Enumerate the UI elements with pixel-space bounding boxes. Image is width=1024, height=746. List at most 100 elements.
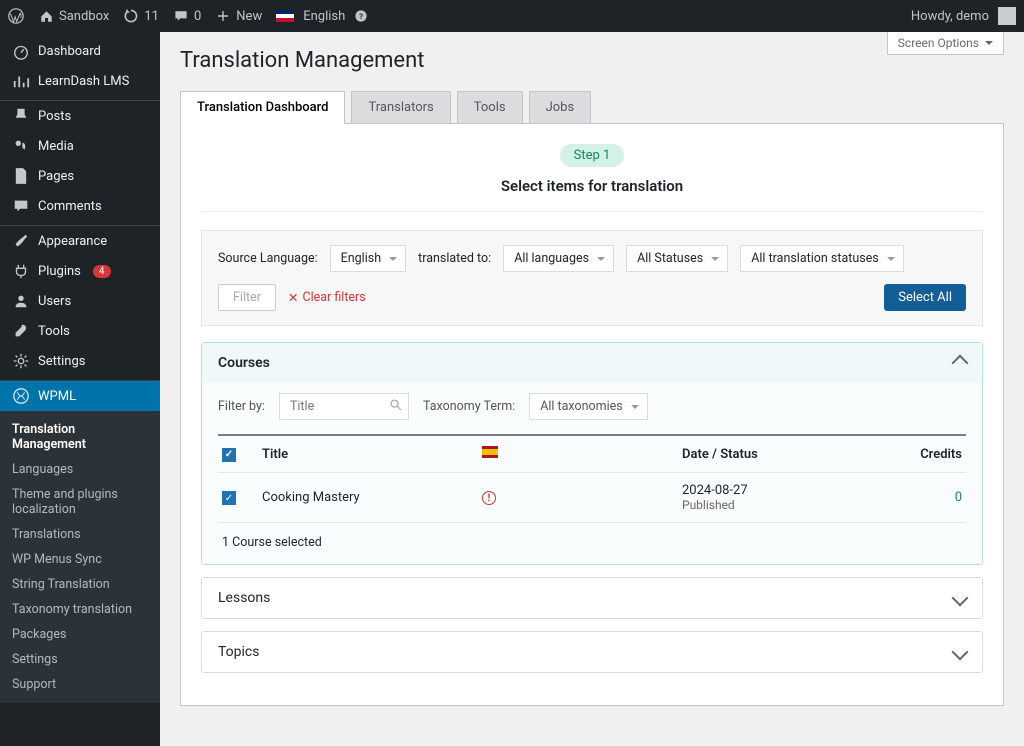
wpml-icon <box>12 387 30 405</box>
tab-tools[interactable]: Tools <box>457 91 523 123</box>
topics-card: Topics <box>201 631 983 673</box>
topics-header[interactable]: Topics <box>202 632 982 672</box>
translated-to-label: translated to: <box>418 251 491 266</box>
step-badge: Step 1 <box>560 144 625 167</box>
sidebar-item-appearance[interactable]: Appearance <box>0 226 160 256</box>
tab-translators[interactable]: Translators <box>351 91 450 123</box>
site-link[interactable]: Sandbox <box>38 8 109 24</box>
submenu-item-string-translation[interactable]: String Translation <box>0 572 160 597</box>
submenu-item-wp-menus-sync[interactable]: WP Menus Sync <box>0 547 160 572</box>
tab-jobs[interactable]: Jobs <box>529 91 592 123</box>
lessons-card: Lessons <box>201 577 983 619</box>
warning-icon[interactable]: ! <box>482 491 496 505</box>
sidebar-item-wpml[interactable]: WPML <box>0 381 160 411</box>
comment-icon <box>12 197 30 215</box>
submenu-item-theme-and-plugins-localization[interactable]: Theme and plugins localization <box>0 482 160 522</box>
row-date: 2024-08-27 <box>682 483 882 498</box>
plus-icon <box>215 8 231 24</box>
courses-table: ✓ Title Date / Status Credits ✓ Cooking … <box>218 434 966 523</box>
select-all-checkbox[interactable]: ✓ <box>222 448 236 462</box>
pin-icon <box>12 107 30 125</box>
sidebar-item-tools[interactable]: Tools <box>0 316 160 346</box>
admin-sidebar: DashboardLearnDash LMS PostsMediaPagesCom… <box>0 32 160 746</box>
dash-icon <box>12 42 30 60</box>
submenu-item-taxonomy-translation[interactable]: Taxonomy translation <box>0 597 160 622</box>
sidebar-item-pages[interactable]: Pages <box>0 161 160 191</box>
page-title: Translation Management <box>180 48 1004 73</box>
plug-icon <box>12 262 30 280</box>
user-icon <box>12 292 30 310</box>
sidebar-item-settings[interactable]: Settings <box>0 346 160 376</box>
comments-link[interactable]: 0 <box>173 8 201 24</box>
uk-flag-icon <box>276 10 294 22</box>
row-checkbox[interactable]: ✓ <box>222 491 236 505</box>
comment-icon <box>173 8 189 24</box>
search-icon <box>389 398 403 412</box>
sidebar-item-learndash-lms[interactable]: LearnDash LMS <box>0 66 160 96</box>
chart-icon <box>12 72 30 90</box>
sidebar-item-comments[interactable]: Comments <box>0 191 160 221</box>
wordpress-icon <box>8 8 24 24</box>
table-row: ✓ Cooking Mastery ! 2024-08-27 Published… <box>218 473 966 523</box>
sidebar-item-users[interactable]: Users <box>0 286 160 316</box>
filter-bar: Source Language: English translated to: … <box>201 230 983 326</box>
source-language-select[interactable]: English <box>330 245 406 272</box>
col-credits: Credits <box>882 447 962 462</box>
new-link[interactable]: New <box>215 8 262 24</box>
submenu-item-translations[interactable]: Translations <box>0 522 160 547</box>
sidebar-item-media[interactable]: Media <box>0 131 160 161</box>
gear-icon <box>12 352 30 370</box>
all-statuses-select[interactable]: All Statuses <box>626 245 728 272</box>
all-languages-select[interactable]: All languages <box>503 245 614 272</box>
tool-icon <box>12 322 30 340</box>
courses-header[interactable]: Courses <box>202 343 982 383</box>
svg-text:?: ? <box>359 12 363 21</box>
howdy-link[interactable]: Howdy, demo <box>911 7 1016 25</box>
submenu-item-settings[interactable]: Settings <box>0 647 160 672</box>
sidebar-item-plugins[interactable]: Plugins4 <box>0 256 160 286</box>
submenu-item-languages[interactable]: Languages <box>0 457 160 482</box>
submenu-item-translation-management[interactable]: Translation Management <box>0 417 160 457</box>
col-title: Title <box>262 447 482 462</box>
language-link[interactable]: English? <box>276 8 369 24</box>
update-badge: 4 <box>93 265 111 278</box>
submenu-item-support[interactable]: Support <box>0 672 160 697</box>
close-icon: ✕ <box>288 290 298 306</box>
col-date: Date / Status <box>682 447 882 462</box>
spanish-flag-icon <box>482 446 498 458</box>
source-language-label: Source Language: <box>218 251 318 266</box>
filter-by-label: Filter by: <box>218 399 265 414</box>
chevron-down-icon <box>952 644 969 661</box>
brush-icon <box>12 232 30 250</box>
page-icon <box>12 167 30 185</box>
avatar-icon <box>998 7 1016 25</box>
screen-options-toggle[interactable]: Screen Options <box>887 32 1004 55</box>
table-footer: 1 Course selected <box>218 523 966 550</box>
admin-bar: Sandbox 11 0 New English? Howdy, demo <box>0 0 1024 32</box>
filter-button[interactable]: Filter <box>218 284 276 311</box>
taxonomy-select[interactable]: All taxonomies <box>529 393 648 420</box>
taxonomy-label: Taxonomy Term: <box>423 399 515 414</box>
chevron-up-icon <box>952 355 969 372</box>
tab-nav: Translation DashboardTranslatorsToolsJob… <box>180 91 1004 124</box>
clear-filters-button[interactable]: ✕Clear filters <box>288 290 366 306</box>
row-credits[interactable]: 0 <box>955 490 962 505</box>
translation-status-select[interactable]: All translation statuses <box>740 245 904 272</box>
media-icon <box>12 137 30 155</box>
step-title: Select items for translation <box>201 177 983 212</box>
sidebar-item-posts[interactable]: Posts <box>0 101 160 131</box>
courses-card: Courses Filter by: Taxonomy Term: All ta… <box>201 342 983 565</box>
updates-link[interactable]: 11 <box>123 8 159 24</box>
tab-translation-dashboard[interactable]: Translation Dashboard <box>180 91 345 124</box>
panel-body: Step 1 Select items for translation Sour… <box>180 124 1004 706</box>
wp-logo-link[interactable] <box>8 8 24 24</box>
updates-icon <box>123 8 139 24</box>
select-all-button[interactable]: Select All <box>884 284 966 311</box>
lessons-header[interactable]: Lessons <box>202 578 982 618</box>
help-icon: ? <box>353 8 369 24</box>
row-title[interactable]: Cooking Mastery <box>262 490 482 505</box>
sidebar-item-dashboard[interactable]: Dashboard <box>0 36 160 66</box>
chevron-down-icon <box>985 41 993 49</box>
home-icon <box>38 8 54 24</box>
submenu-item-packages[interactable]: Packages <box>0 622 160 647</box>
